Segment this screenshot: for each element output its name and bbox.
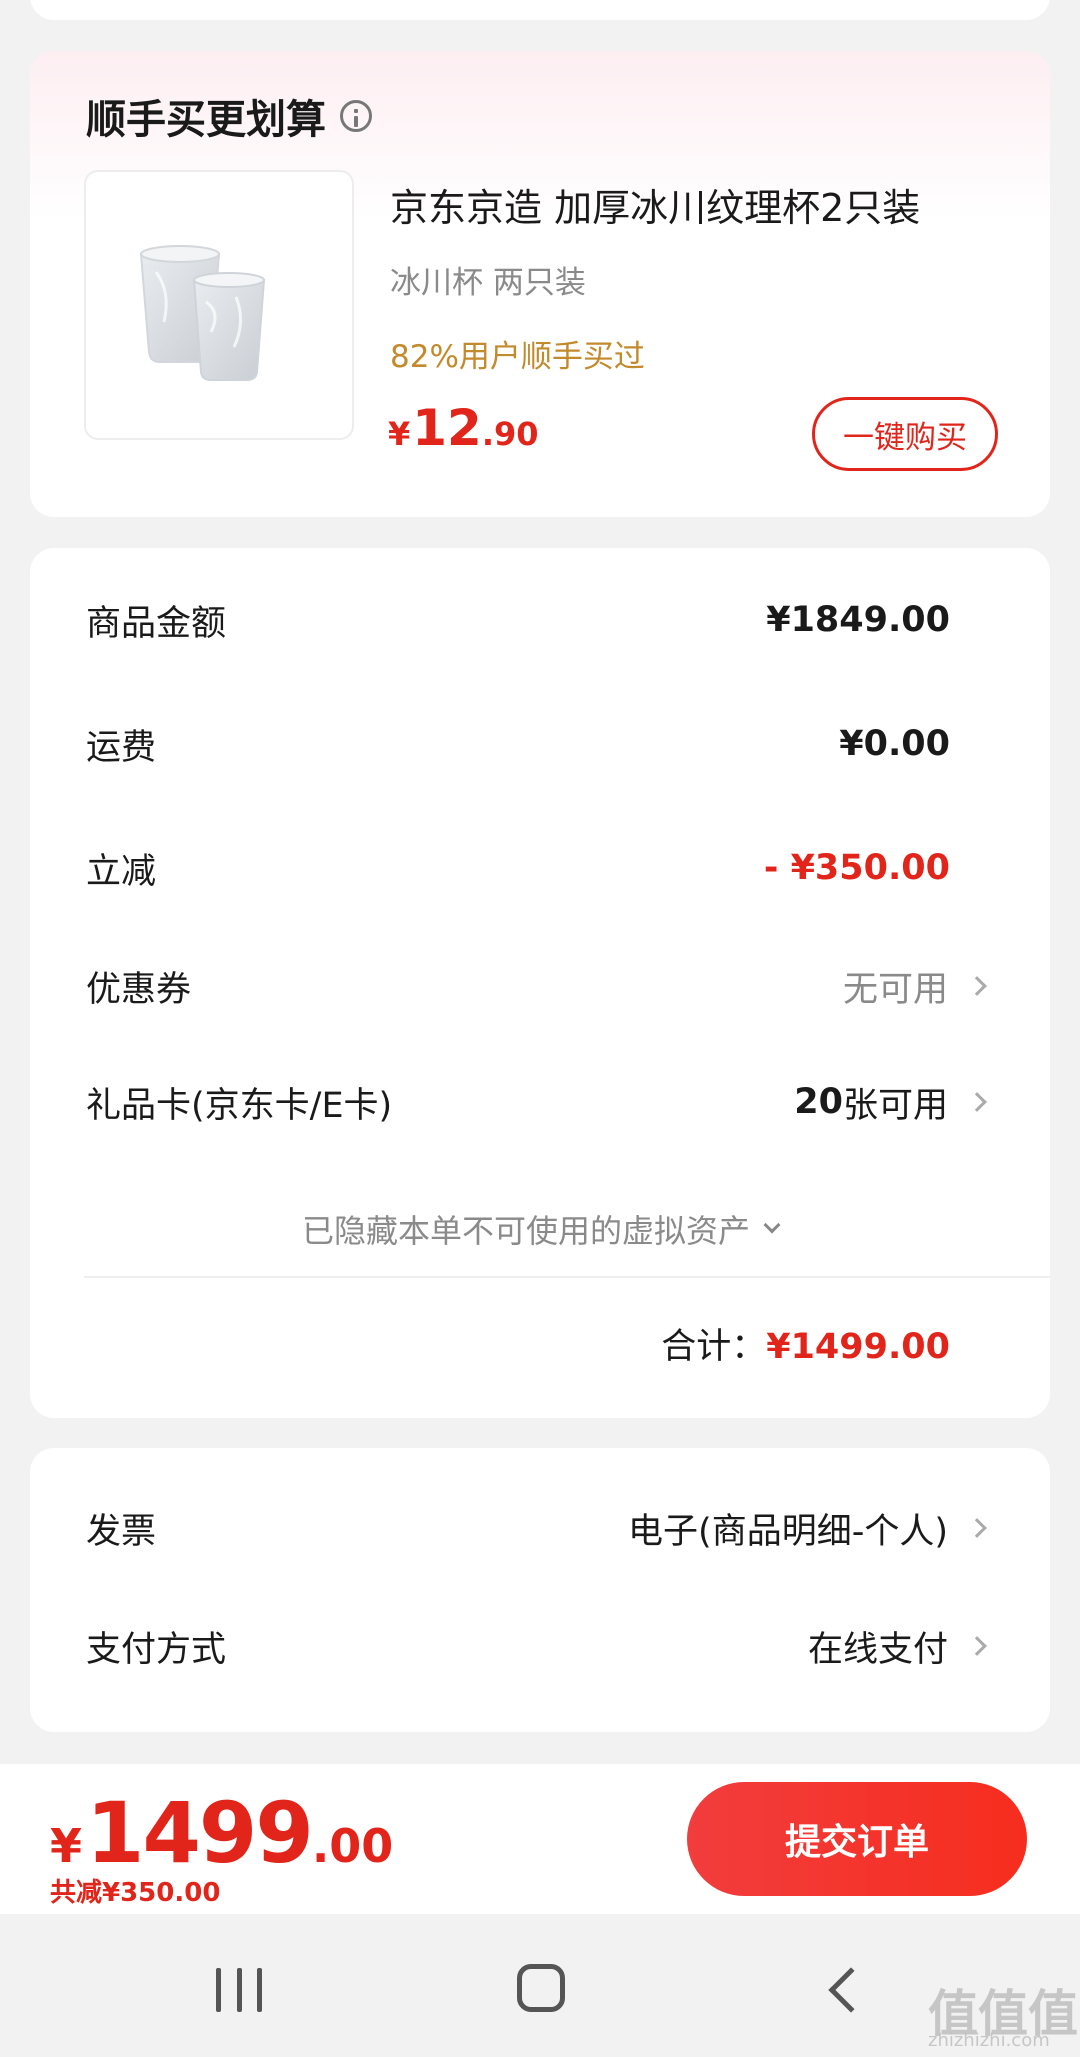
price-integer: 12 xyxy=(412,399,482,457)
system-navigation-bar xyxy=(0,1914,1080,2057)
product-price: ¥ 12 .90 xyxy=(388,399,539,457)
payment-method-row[interactable]: 支付方式 在线支付 xyxy=(86,1616,994,1676)
chevron-down-icon xyxy=(763,1216,781,1234)
combo-title-text: 顺手买更划算 xyxy=(86,97,326,143)
total-label: 合计： xyxy=(661,1327,767,1367)
chevron-right-icon xyxy=(967,1518,987,1538)
social-proof-hint: 82%用户顺手买过 xyxy=(390,339,645,375)
product-name[interactable]: 京东京造 加厚冰川纹理杯2只装 xyxy=(390,177,920,232)
gift-card-available: 张可用 xyxy=(842,1085,948,1126)
summary-total: 合计： ¥1499.00 xyxy=(661,1318,950,1369)
previous-card xyxy=(30,0,1050,20)
checkout-price-symbol: ¥ xyxy=(50,1819,83,1873)
summary-value: ¥0.00 xyxy=(839,724,950,764)
order-summary-card: 商品金额 ¥1849.00 运费 ¥0.00 立减 - ¥350.00 优惠券 … xyxy=(30,548,1050,1418)
checkout-bar: ¥ 1499 .00 共减¥350.00 提交订单 xyxy=(0,1764,1080,1914)
hidden-assets-toggle[interactable]: 已隐藏本单不可使用的虚拟资产 xyxy=(30,1206,1050,1252)
product-spec: 冰川杯 两只装 xyxy=(390,265,586,301)
checkout-price-integer: 1499 xyxy=(86,1784,314,1882)
total-value: ¥1499.00 xyxy=(766,1327,950,1367)
price-symbol: ¥ xyxy=(388,415,411,453)
summary-row-discount: 立减 - ¥350.00 xyxy=(86,838,994,898)
payment-label: 支付方式 xyxy=(86,1629,227,1670)
chevron-right-icon xyxy=(967,1092,987,1112)
divider xyxy=(84,1276,1050,1278)
checkout-total: ¥ 1499 .00 xyxy=(50,1784,393,1882)
invoice-label: 发票 xyxy=(86,1511,157,1552)
checkout-price-decimal: .00 xyxy=(311,1819,394,1873)
checkout-saved: 共减¥350.00 xyxy=(50,1878,221,1908)
chevron-right-icon xyxy=(967,976,987,996)
recent-apps-icon[interactable] xyxy=(216,1968,262,2012)
submit-order-button[interactable]: 提交订单 xyxy=(687,1782,1027,1896)
home-icon[interactable] xyxy=(517,1964,565,2012)
summary-value: ¥1849.00 xyxy=(766,600,950,640)
summary-label: 运费 xyxy=(86,727,157,768)
back-icon[interactable] xyxy=(828,1967,874,2013)
gift-card-count: 20 xyxy=(794,1082,843,1122)
summary-label: 优惠券 xyxy=(86,969,192,1010)
invoice-payment-card: 发票 电子(商品明细-个人) 支付方式 在线支付 xyxy=(30,1448,1050,1732)
payment-value: 在线支付 xyxy=(807,1629,948,1670)
summary-value: - ¥350.00 xyxy=(763,848,950,888)
combo-title: 顺手买更划算 xyxy=(86,87,372,145)
glass-cups-image xyxy=(139,245,266,381)
summary-row-gift-card[interactable]: 礼品卡(京东卡/E卡) 20 张可用 xyxy=(86,1072,994,1132)
summary-value: 无可用 xyxy=(842,969,948,1010)
one-click-buy-button[interactable]: 一键购买 xyxy=(812,397,998,471)
chevron-right-icon xyxy=(967,1636,987,1656)
watermark-url: zhizhizhi.com xyxy=(928,2030,1050,2051)
combo-recommend-card: 顺手买更划算 京东京造 加厚冰川纹理杯2只装 冰川杯 两只装 82%用户顺手买过… xyxy=(30,51,1050,517)
invoice-value: 电子(商品明细-个人) xyxy=(628,1511,948,1552)
summary-label: 立减 xyxy=(86,851,157,892)
info-icon[interactable] xyxy=(340,100,372,132)
summary-label: 礼品卡(京东卡/E卡) xyxy=(86,1085,393,1126)
summary-row-goods-amount: 商品金额 ¥1849.00 xyxy=(86,590,994,650)
invoice-row[interactable]: 发票 电子(商品明细-个人) xyxy=(86,1498,994,1558)
summary-row-coupon[interactable]: 优惠券 无可用 xyxy=(86,956,994,1016)
hidden-assets-text: 已隐藏本单不可使用的虚拟资产 xyxy=(301,1212,750,1250)
summary-label: 商品金额 xyxy=(86,603,227,644)
price-decimal: .90 xyxy=(481,415,539,453)
product-image[interactable] xyxy=(84,170,354,440)
summary-row-shipping: 运费 ¥0.00 xyxy=(86,714,994,774)
